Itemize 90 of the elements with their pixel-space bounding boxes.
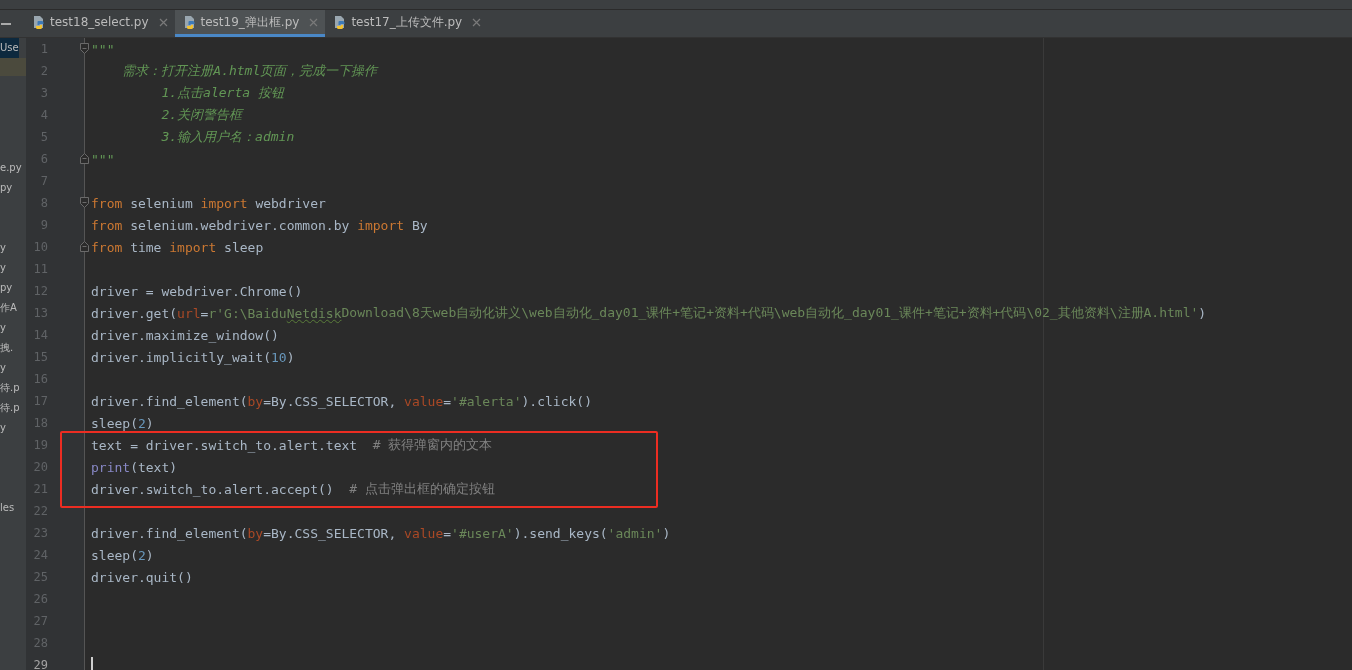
project-tree-item[interactable]: py <box>0 278 20 298</box>
close-icon[interactable] <box>472 17 482 27</box>
code-text: driver.maximize_window() <box>91 327 279 343</box>
project-tree-item[interactable]: py <box>0 178 22 198</box>
code-text: selenium.webdriver.common.by <box>129 217 351 233</box>
code-text: driver.find_element( <box>91 525 248 541</box>
project-tree-item[interactable]: y <box>0 358 20 378</box>
parameter-name: value <box>404 525 444 541</box>
code-text: =By.CSS_SELECTOR, <box>263 525 398 541</box>
number-literal: 2 <box>137 547 146 563</box>
project-tree-item[interactable]: y <box>0 418 20 438</box>
code-text: driver = webdriver.Chrome() <box>91 283 303 299</box>
code-text: ).send_keys( <box>513 525 608 541</box>
code-text: sleep <box>223 239 264 255</box>
docstring: """ <box>91 151 115 167</box>
docstring: 需求：打开注册A.html页面，完成一下操作 <box>121 62 378 80</box>
code-text: ).click() <box>521 393 592 409</box>
code-text: ) <box>286 349 295 365</box>
docstring: 1.点击alerta 按钮 <box>160 84 284 102</box>
code-text: driver.implicitly_wait( <box>91 349 271 365</box>
close-icon[interactable] <box>309 17 319 27</box>
close-icon[interactable] <box>158 17 168 27</box>
docstring: 2.关闭警告框 <box>160 106 243 124</box>
editor-tab[interactable]: test17_上传文件.py <box>325 10 489 37</box>
code-text: ) <box>145 547 154 563</box>
code-text: sleep( <box>91 415 138 431</box>
python-file-icon <box>333 15 348 29</box>
keyword: from <box>91 239 123 255</box>
string-literal: r'G:\Baidu <box>208 305 287 321</box>
editor-tab[interactable]: test19_弹出框.py <box>174 10 326 37</box>
parameter-name: value <box>404 393 444 409</box>
code-text: = <box>443 393 452 409</box>
keyword: import <box>169 239 217 255</box>
project-tree-item[interactable]: 拽. <box>0 338 20 358</box>
keyword: from <box>91 195 123 211</box>
string-literal: Netdisk <box>286 305 342 321</box>
number-literal: 2 <box>137 415 146 431</box>
fold-icon[interactable] <box>80 197 89 208</box>
project-tree-item[interactable]: 作A <box>0 298 20 318</box>
string-literal: Download\8天web自动化讲义\web自动化_day01_课件+笔记+资料+代码\web自动化_day01_课件+笔记+资料+代码\02_其他资料\注册A.html' <box>341 304 1199 322</box>
line-number: 29 <box>32 658 48 670</box>
project-tree-item[interactable]: Use <box>0 38 19 58</box>
keyword: import <box>357 217 405 233</box>
project-tree-item[interactable]: y <box>0 258 20 278</box>
code-text: ) <box>145 415 154 431</box>
python-file-icon <box>182 15 197 29</box>
project-tree-item[interactable]: 待.p <box>0 398 20 418</box>
docstring: """ <box>91 41 115 57</box>
code-text: (text) <box>130 459 178 475</box>
row-highlight <box>0 58 26 76</box>
code-text: ) <box>1198 305 1207 321</box>
project-tree-item[interactable]: les <box>0 498 15 518</box>
string-literal: '#userA' <box>451 525 514 541</box>
docstring: 3.输入用户名：admin <box>160 128 295 146</box>
text-cursor <box>91 656 93 670</box>
number-literal: 10 <box>271 349 287 365</box>
editor-tab[interactable]: test18_select.py <box>24 10 175 37</box>
code-text: driver.quit() <box>91 569 193 585</box>
builtin-name: print <box>91 459 131 475</box>
code-text: sleep( <box>91 547 138 563</box>
keyword: import <box>200 195 248 211</box>
parameter-name: by <box>247 393 264 409</box>
project-tree-item[interactable]: e.py <box>0 158 22 178</box>
code-text: driver.switch_to.alert.accept() <box>91 481 335 497</box>
unfold-icon[interactable] <box>80 153 89 164</box>
code-text: ) <box>662 525 671 541</box>
project-tree-item[interactable]: y <box>0 238 20 258</box>
code-comment: # 点击弹出框的确定按钮 <box>349 480 495 498</box>
minimize-icon[interactable] <box>1 22 11 25</box>
code-text: =By.CSS_SELECTOR, <box>263 393 398 409</box>
string-literal: 'admin' <box>607 525 663 541</box>
code-text: driver.get( <box>91 305 178 321</box>
keyword: from <box>91 217 123 233</box>
fold-icon[interactable] <box>80 43 89 54</box>
code-text: webdriver <box>254 195 326 211</box>
parameter-name: by <box>247 525 264 541</box>
project-tree-item[interactable]: y <box>0 318 20 338</box>
python-file-icon <box>32 15 46 29</box>
parameter-name: url <box>177 305 201 321</box>
code-text: = <box>200 305 209 321</box>
code-text: driver.find_element( <box>91 393 248 409</box>
string-literal: '#alerta' <box>451 393 522 409</box>
code-text: = <box>443 525 452 541</box>
unfold-icon[interactable] <box>80 241 89 252</box>
code-comment: # 获得弹窗内的文本 <box>372 436 493 454</box>
code-text: selenium <box>129 195 194 211</box>
project-tree-item[interactable]: 待.p <box>0 378 20 398</box>
code-text: time <box>129 239 163 255</box>
code-text: By <box>410 217 428 233</box>
code-text: text = driver.switch_to.alert.text <box>91 437 359 453</box>
